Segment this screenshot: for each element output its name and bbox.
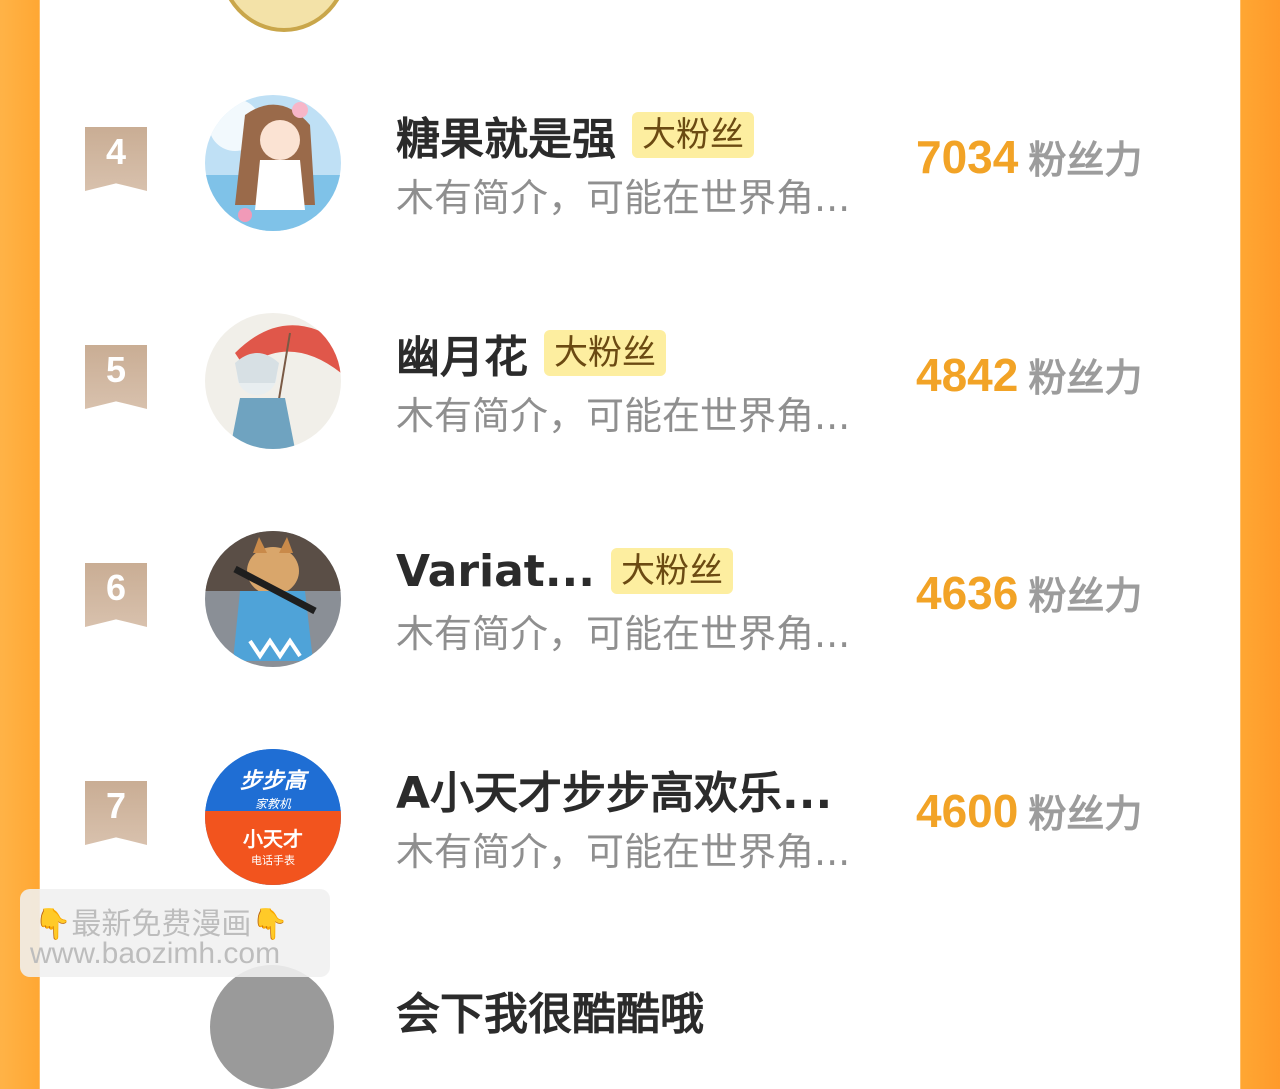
user-name[interactable]: Variat... — [396, 546, 595, 597]
fan-power-unit: 粉丝力 — [1028, 356, 1143, 400]
rank-badge: 5 — [85, 345, 147, 409]
fan-level-badge: 大粉丝 — [632, 112, 754, 158]
shiba-dog-avatar[interactable] — [205, 531, 341, 667]
rank-badge: 6 — [85, 563, 147, 627]
fan-power-unit: 粉丝力 — [1028, 138, 1143, 182]
fan-level-badge: 大粉丝 — [611, 548, 733, 594]
bbk-logo-avatar[interactable]: 步步高 家教机 小天才 电话手表 — [205, 749, 341, 885]
rank-badge: 4 — [85, 127, 147, 191]
user-description: 木有简介，可能在世界角... — [396, 394, 851, 438]
fan-power-score: 7034 粉丝力 — [916, 129, 1142, 184]
rank-row-6[interactable]: 6 Variat... 大粉丝 木有简介，可能在世界角... 4636 粉丝力 — [40, 531, 1240, 749]
fan-power-score: 4842 粉丝力 — [916, 347, 1142, 402]
fan-power-number: 4600 — [916, 785, 1019, 837]
user-name[interactable]: 糖果就是强 — [396, 103, 616, 167]
rank-row-5[interactable]: 5 幽月花 大粉丝 木有简介，可能在世界角... 4842 粉丝力 — [40, 313, 1240, 531]
logo-top-text: 步步高 — [239, 769, 306, 794]
logo-top-half: 步步高 家教机 — [205, 749, 341, 811]
fan-level-badge: 大粉丝 — [544, 330, 666, 376]
user-description: 木有简介，可能在世界角... — [396, 830, 851, 874]
user-description: 木有简介，可能在世界角... — [396, 176, 851, 220]
next-user-name-partial: 会下我很酷酷哦 — [396, 989, 704, 1040]
anime-girl-avatar[interactable] — [205, 95, 341, 231]
logo-bottom-text: 小天才 — [243, 827, 303, 851]
fan-power-unit: 粉丝力 — [1028, 574, 1143, 618]
logo-bottom-half: 小天才 电话手表 — [205, 811, 341, 885]
next-avatar-partial — [210, 965, 334, 1089]
rank-badge: 7 — [85, 781, 147, 845]
previous-avatar-partial — [218, 0, 350, 32]
name-line: 幽月花 大粉丝 — [396, 323, 666, 383]
site-watermark[interactable]: 👇最新免费漫画👇 www.baozimh.com — [20, 889, 330, 977]
name-line: A小天才步步高欢乐... — [396, 759, 832, 819]
umbrella-boy-avatar[interactable] — [205, 313, 341, 449]
fan-power-number: 4842 — [916, 349, 1019, 401]
name-line: 糖果就是强 大粉丝 — [396, 105, 754, 165]
user-name[interactable]: 幽月花 — [396, 321, 528, 385]
user-name[interactable]: A小天才步步高欢乐... — [396, 757, 832, 821]
fan-power-score: 4636 粉丝力 — [916, 565, 1142, 620]
fan-power-number: 7034 — [916, 131, 1019, 183]
name-line: Variat... 大粉丝 — [396, 541, 733, 601]
ranking-panel: 4 糖果就是强 大粉丝 木有简介，可能在世界角... 7034 粉丝力 5 幽月… — [40, 0, 1240, 1089]
logo-bottom-subtext: 电话手表 — [251, 854, 295, 867]
user-description: 木有简介，可能在世界角... — [396, 612, 851, 656]
logo-top-subtext: 家教机 — [254, 797, 291, 811]
fan-power-unit: 粉丝力 — [1028, 792, 1143, 836]
watermark-url[interactable]: www.baozimh.com — [30, 937, 280, 971]
fan-power-score: 4600 粉丝力 — [916, 783, 1142, 838]
fan-power-number: 4636 — [916, 567, 1019, 619]
rank-row-4[interactable]: 4 糖果就是强 大粉丝 木有简介，可能在世界角... 7034 粉丝力 — [40, 95, 1240, 313]
